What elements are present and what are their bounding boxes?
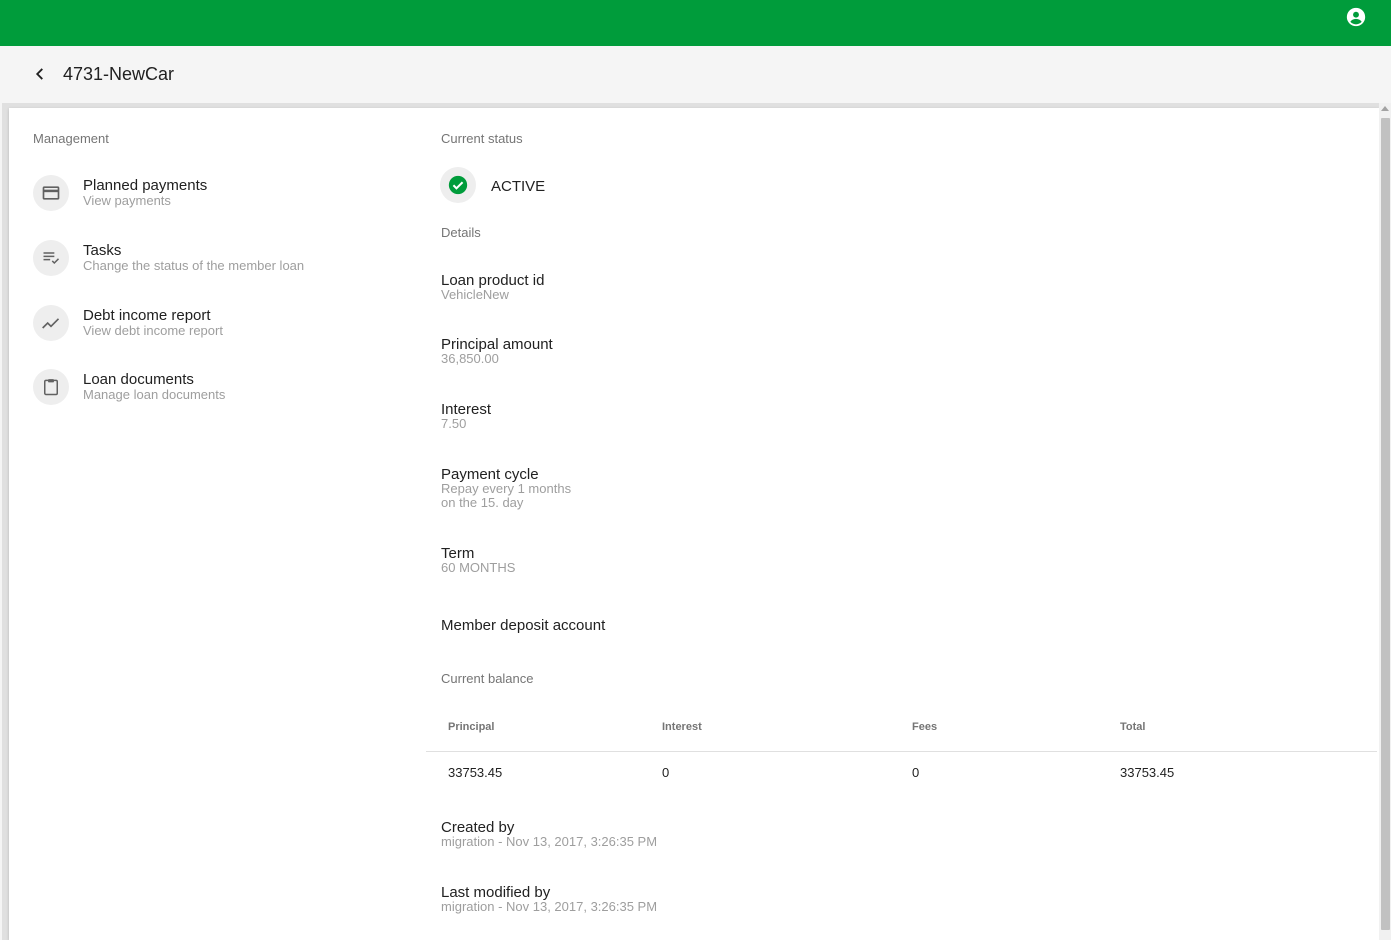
- nav-item-loan-documents[interactable]: Loan documents Manage loan documents: [33, 369, 393, 419]
- nav-item-title: Tasks: [83, 242, 122, 259]
- nav-icon-container: [33, 305, 69, 341]
- nav-item-tasks[interactable]: Tasks Change the status of the member lo…: [33, 240, 393, 290]
- payment-cycle-value-line1: Repay every 1 months: [441, 481, 572, 496]
- last-modified-by-value: migration - Nov 13, 2017, 3:26:35 PM: [441, 899, 658, 914]
- table-cell-fees: 0: [912, 765, 920, 780]
- management-label: Management: [33, 131, 109, 146]
- nav-item-title: Loan documents: [83, 371, 194, 388]
- table-cell-interest: 0: [662, 765, 670, 780]
- nav-item-debt-income-report[interactable]: Debt income report View debt income repo…: [33, 305, 393, 355]
- status-icon-container: [440, 167, 476, 203]
- nav-item-planned-payments[interactable]: Planned payments View payments: [33, 175, 393, 225]
- top-app-bar: [0, 0, 1391, 46]
- details-label: Details: [441, 225, 481, 240]
- table-divider: [426, 751, 1377, 752]
- playlist-check-icon: [43, 252, 60, 265]
- scrollbar-up-arrow-icon[interactable]: [1381, 106, 1389, 111]
- nav-icon-container: [33, 369, 69, 405]
- term-value: 60 MONTHS: [441, 560, 516, 575]
- scrollbar-thumb[interactable]: [1381, 118, 1390, 930]
- nav-item-subtitle: Manage loan documents: [83, 387, 226, 402]
- chevron-left-icon[interactable]: [29, 63, 51, 85]
- current-balance-label: Current balance: [441, 671, 534, 686]
- payment-cycle-value-line2: on the 15. day: [441, 495, 524, 510]
- principal-amount-value: 36,850.00: [441, 351, 499, 366]
- nav-item-title: Planned payments: [83, 177, 208, 194]
- current-status-label: Current status: [441, 131, 523, 146]
- table-cell-total: 33753.45: [1120, 765, 1175, 780]
- clipboard-icon: [44, 379, 58, 396]
- loan-product-id-value: VehicleNew: [441, 287, 509, 302]
- page-header: 4731-NewCar: [0, 46, 1391, 103]
- trending-up-icon: [42, 318, 60, 329]
- member-deposit-account-title: Member deposit account: [441, 617, 606, 634]
- nav-item-title: Debt income report: [83, 307, 211, 324]
- table-header-total: Total: [1120, 721, 1146, 733]
- table-header-fees: Fees: [912, 721, 938, 733]
- created-by-value: migration - Nov 13, 2017, 3:26:35 PM: [441, 834, 658, 849]
- nav-item-subtitle: View payments: [83, 193, 171, 208]
- nav-item-subtitle: View debt income report: [83, 323, 223, 338]
- nav-icon-container: [33, 240, 69, 276]
- table-header-interest: Interest: [662, 721, 702, 733]
- interest-value: 7.50: [441, 416, 467, 431]
- table-cell-principal: 33753.45: [448, 765, 503, 780]
- page-title: 4731-NewCar: [63, 64, 175, 84]
- loan-detail-card: [9, 108, 1379, 940]
- status-value: ACTIVE: [491, 178, 546, 195]
- check-circle-icon: [448, 175, 468, 195]
- nav-icon-container: [33, 175, 69, 211]
- credit-card-icon: [42, 186, 60, 200]
- account-circle-icon[interactable]: [1345, 6, 1367, 28]
- table-header-principal: Principal: [448, 721, 495, 733]
- nav-item-subtitle: Change the status of the member loan: [83, 258, 305, 273]
